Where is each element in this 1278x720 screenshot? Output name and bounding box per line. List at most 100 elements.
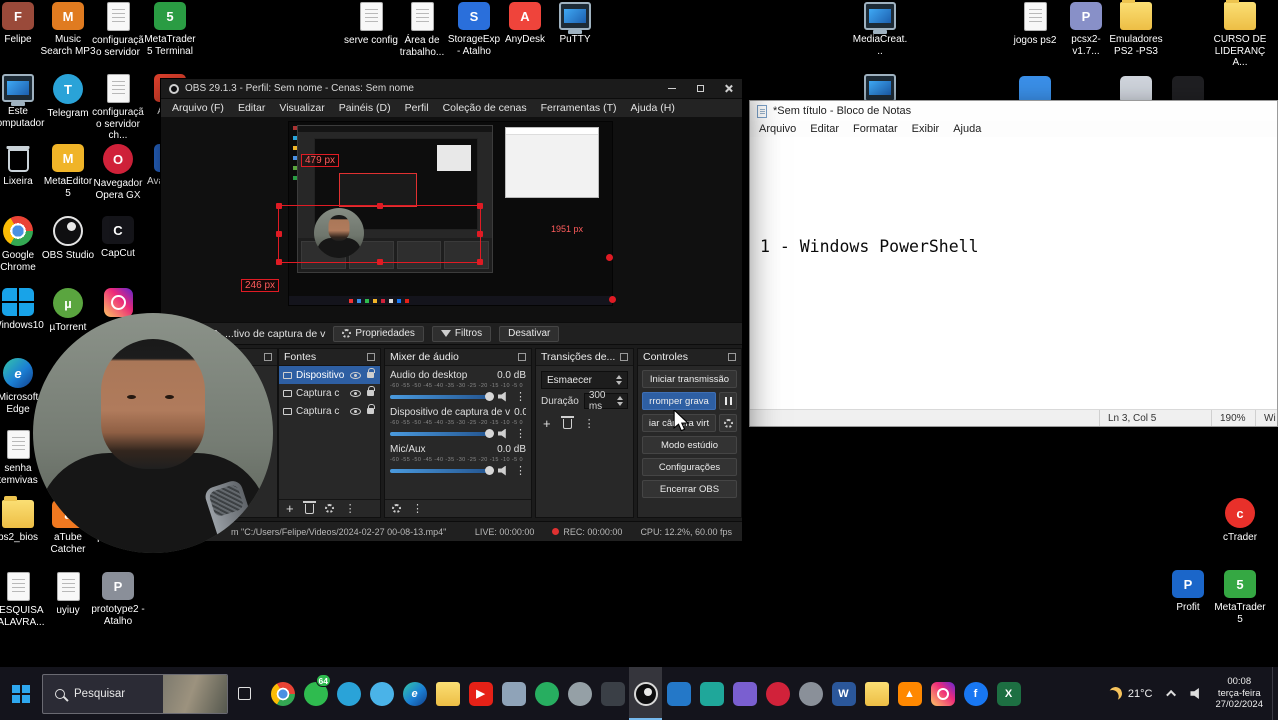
visibility-icon[interactable] [350, 372, 361, 379]
obs-menu-item[interactable]: Arquivo (F) [165, 102, 231, 114]
desktop-icon[interactable]: A AnyDesk [497, 2, 553, 46]
source-properties-button[interactable] [325, 504, 334, 513]
taskbar-icon-instagram[interactable] [926, 667, 959, 720]
volume-knob[interactable] [485, 466, 494, 475]
desktop-icon[interactable]: S StorageExp - Atalho [446, 2, 502, 57]
search-highlight-image[interactable] [163, 675, 227, 713]
source-row[interactable]: Dispositivo c [279, 366, 380, 384]
obs-menu-item[interactable]: Coleção de cenas [436, 102, 534, 114]
desktop-icon[interactable]: P Profit [1160, 570, 1216, 614]
taskbar-icon-opera-gx[interactable] [761, 667, 794, 720]
volume-slider[interactable] [390, 395, 493, 399]
channel-menu-icon[interactable]: ⋮ [515, 464, 526, 477]
desktop-icon[interactable]: OBS Studio [40, 216, 96, 262]
desktop-icon[interactable]: 5 MetaTrader 5 Terminal [142, 2, 198, 57]
resize-handle[interactable] [377, 203, 383, 209]
show-desktop-button[interactable] [1272, 667, 1278, 720]
volume-knob[interactable] [485, 429, 494, 438]
taskbar-icon-word[interactable]: W [827, 667, 860, 720]
obs-control-button[interactable]: Iniciar transmissão [642, 370, 737, 388]
taskbar-icon-blue-app[interactable] [662, 667, 695, 720]
channel-menu-icon[interactable]: ⋮ [515, 390, 526, 403]
taskbar-icon-excel[interactable]: X [992, 667, 1025, 720]
notepad-menu-item[interactable]: Formatar [846, 123, 905, 135]
desktop-icon[interactable]: C CapCut [90, 216, 146, 260]
close-button[interactable] [714, 79, 742, 98]
duration-input[interactable]: 300 ms [584, 393, 628, 409]
source-row[interactable]: Captura c [279, 402, 380, 420]
transitions-menu-icon[interactable]: ⋮ [584, 417, 595, 430]
taskbar-icon-teal-app[interactable] [695, 667, 728, 720]
desktop-icon[interactable]: configuração servidor [90, 2, 146, 58]
taskbar-icon-chrome[interactable] [266, 667, 299, 720]
filters-button[interactable]: Filtros [432, 326, 491, 342]
taskbar-search[interactable]: Pesquisar [42, 674, 228, 714]
obs-control-button[interactable]: Configurações [642, 458, 737, 476]
task-view-button[interactable] [228, 667, 260, 720]
weather-widget[interactable]: 21°C [1099, 667, 1163, 720]
obs-preview-canvas[interactable]: 479 px 246 px 1951 px [288, 121, 613, 306]
taskbar-icon-vlc[interactable]: ▲ [893, 667, 926, 720]
taskbar-icon-photos[interactable] [497, 667, 530, 720]
resize-handle[interactable] [276, 231, 282, 237]
obs-menu-item[interactable]: Visualizar [272, 102, 331, 114]
resize-handle[interactable] [276, 259, 282, 265]
desktop-icon[interactable]: P pcsx2-v1.7... [1058, 2, 1114, 57]
lock-icon[interactable] [367, 372, 374, 378]
obs-titlebar[interactable]: OBS 29.1.3 - Perfil: Sem nome - Cenas: S… [161, 79, 742, 98]
obs-menu-item[interactable]: Ferramentas (T) [534, 102, 624, 114]
notepad-menu-item[interactable]: Ajuda [946, 123, 988, 135]
selection-rectangle[interactable] [278, 205, 481, 263]
volume-button[interactable] [1183, 667, 1210, 720]
properties-button[interactable]: Propriedades [333, 326, 423, 342]
desktop-icon[interactable]: T Telegram [40, 74, 96, 120]
notepad-menu-item[interactable]: Editar [803, 123, 846, 135]
desktop-icon[interactable]: O Navegador Opera GX [90, 144, 146, 201]
desktop-icon[interactable]: serve config [343, 2, 399, 47]
dock-icon[interactable] [728, 353, 736, 361]
resize-handle[interactable] [477, 203, 483, 209]
taskbar-icon-whatsapp[interactable]: 64 [299, 667, 332, 720]
taskbar-icon-file-explorer[interactable] [431, 667, 464, 720]
resize-handle[interactable] [477, 231, 483, 237]
obs-menu-item[interactable]: Painéis (D) [332, 102, 398, 114]
taskbar-icon-gray-app-2[interactable] [794, 667, 827, 720]
virtual-camera-settings-button[interactable] [719, 414, 737, 432]
volume-slider[interactable] [390, 432, 493, 436]
lock-icon[interactable] [367, 390, 374, 396]
volume-slider[interactable] [390, 469, 493, 473]
taskbar-icon-mail[interactable] [365, 667, 398, 720]
taskbar-icon-purple-app[interactable] [728, 667, 761, 720]
pause-recording-button[interactable] [719, 392, 737, 410]
disable-source-button[interactable]: Desativar [499, 326, 559, 342]
hidden-icons-button[interactable] [1162, 667, 1183, 720]
desktop-icon[interactable]: 5 MetaTrader 5 [1212, 570, 1268, 625]
source-row[interactable]: Captura c [279, 384, 380, 402]
maximize-button[interactable] [686, 79, 714, 98]
speaker-icon[interactable] [498, 466, 510, 476]
resize-handle[interactable] [477, 259, 483, 265]
channel-menu-icon[interactable]: ⋮ [515, 427, 526, 440]
taskbar-icon-edge[interactable]: e [398, 667, 431, 720]
desktop-icon[interactable]: uyiuy [40, 572, 96, 617]
desktop-icon[interactable]: µ µTorrent [40, 288, 96, 334]
desktop-icon[interactable]: Área de trabalho... [394, 2, 450, 58]
taskbar-icon-folder-2[interactable] [860, 667, 893, 720]
desktop-icon[interactable]: jogos ps2 [1007, 2, 1063, 47]
speaker-icon[interactable] [498, 392, 510, 402]
speaker-icon[interactable] [498, 429, 510, 439]
taskbar-icon-gray-app[interactable] [563, 667, 596, 720]
add-transition-button[interactable]: + [543, 417, 551, 430]
visibility-icon[interactable] [350, 408, 361, 415]
start-button[interactable] [0, 667, 42, 720]
desktop-icon[interactable]: MediaCreat... [852, 2, 908, 57]
obs-control-button[interactable]: Encerrar OBS [642, 480, 737, 498]
lock-icon[interactable] [367, 408, 374, 414]
remove-transition-button[interactable] [563, 419, 572, 429]
taskbar-clock[interactable]: 00:08 terça-feira 27/02/2024 [1210, 676, 1272, 711]
dock-icon[interactable] [518, 353, 526, 361]
desktop-icon[interactable]: c cTrader [1212, 498, 1268, 544]
notepad-menu-item[interactable]: Arquivo [752, 123, 803, 135]
resize-handle[interactable] [377, 259, 383, 265]
taskbar-icon-youtube[interactable]: ▶ [464, 667, 497, 720]
